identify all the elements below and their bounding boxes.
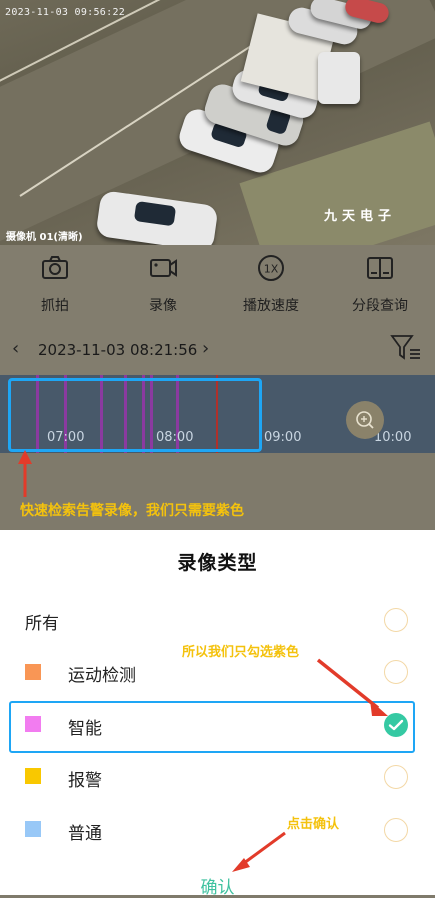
confirm-button[interactable]: 确认 — [0, 873, 435, 898]
timeline-tick: 09:00 — [264, 430, 302, 445]
segment-query-icon — [365, 253, 395, 283]
playback-datetime[interactable]: 2023-11-03 08:21:56 — [38, 341, 197, 359]
option-highlight-box — [9, 701, 415, 753]
snapshot-button[interactable]: 抓拍 — [10, 253, 100, 315]
truck-cab — [318, 52, 360, 104]
playback-speed-label: 播放速度 — [243, 298, 299, 314]
playback-toolbar: 抓拍 录像 1X 播放速度 分段查询 — [0, 245, 435, 323]
date-navigator: ‹ 2023-11-03 08:21:56 › — [0, 323, 435, 375]
filter-icon[interactable] — [390, 333, 422, 363]
radio-alarm[interactable] — [384, 765, 408, 789]
annotation-timeline-note: 快速检索告警录像，我们只需要紫色 — [20, 503, 244, 519]
video-icon — [148, 253, 178, 283]
camera-label: 摄像机 01(清晰) — [6, 232, 83, 243]
radio-all[interactable] — [384, 608, 408, 632]
speed-1x-icon: 1X — [256, 253, 286, 283]
snapshot-label: 抓拍 — [41, 298, 69, 314]
zoom-in-icon[interactable] — [346, 401, 384, 439]
chevron-right-icon[interactable]: › — [202, 338, 209, 359]
segment-query-button[interactable]: 分段查询 — [335, 253, 425, 315]
swatch-alarm — [25, 768, 41, 784]
sheet-title: 录像类型 — [177, 552, 258, 574]
video-timestamp: 2023-11-03 09:56:22 — [5, 7, 126, 18]
video-player[interactable]: 2023-11-03 09:56:22 摄像机 01(清晰) 九天电子 — [0, 0, 435, 245]
option-normal-label[interactable]: 普通 — [68, 819, 102, 844]
record-label: 录像 — [149, 298, 177, 314]
option-all-label[interactable]: 所有 — [25, 609, 59, 634]
swatch-normal — [25, 821, 41, 837]
annotation-confirm-note: 点击确认 — [287, 817, 340, 832]
chevron-left-icon[interactable]: ‹ — [12, 338, 19, 359]
option-alarm-label[interactable]: 报警 — [68, 766, 102, 791]
swatch-motion — [25, 664, 41, 680]
svg-text:1X: 1X — [264, 263, 279, 276]
record-button[interactable]: 录像 — [118, 253, 208, 315]
playback-speed-button[interactable]: 1X 播放速度 — [226, 253, 316, 315]
timeline-highlight-box — [8, 378, 262, 452]
radio-normal[interactable] — [384, 818, 408, 842]
parked-car — [95, 190, 219, 245]
segment-query-label: 分段查询 — [352, 298, 408, 314]
option-motion-label[interactable]: 运动检测 — [68, 661, 136, 686]
camera-icon — [40, 253, 70, 283]
watermark: 九天电子 — [324, 209, 397, 224]
radio-motion[interactable] — [384, 660, 408, 684]
annotation-select-note: 所以我们只勾选紫色 — [182, 645, 300, 660]
